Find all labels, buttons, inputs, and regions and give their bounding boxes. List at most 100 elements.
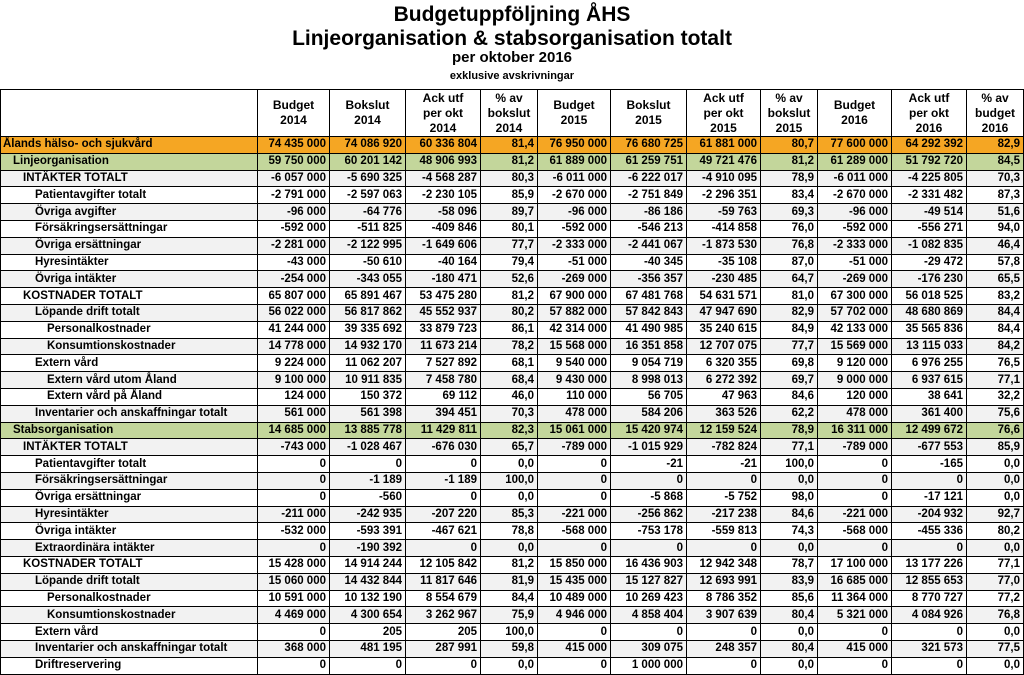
- value-cell: 10 591 000: [257, 589, 330, 608]
- value-cell: 9 054 719: [610, 354, 687, 373]
- row-label: KOSTNADER TOTALT: [0, 555, 258, 574]
- table-row: Extern vård på Åland 124 000 150 372 69 112…: [0, 387, 1024, 406]
- value-cell: -1 082 835: [891, 236, 967, 255]
- value-cell: 80,3: [480, 169, 538, 188]
- value-cell: 60 336 804: [405, 136, 481, 154]
- table-row: Inventarier och anskaffningar totalt 561 …: [0, 404, 1024, 423]
- value-cell: -789 000: [537, 438, 611, 457]
- value-cell: 0: [817, 455, 892, 473]
- value-cell: -568 000: [817, 522, 892, 541]
- value-cell: 61 259 751: [610, 152, 687, 171]
- report-note: exklusive avskrivningar: [449, 70, 575, 82]
- column-header-line: Bokslut: [626, 98, 671, 112]
- value-cell: 60 201 142: [329, 152, 406, 171]
- column-header-line: % av: [775, 90, 803, 105]
- value-cell: 61 289 000: [817, 152, 892, 171]
- value-cell: -165: [891, 455, 967, 473]
- table-row: KOSTNADER TOTALT 65 807 000 65 891 467 53 4…: [0, 287, 1024, 305]
- table-row: Extraordinära intäkter 0 -190 392 0 0,0 0 0 0 0,…: [0, 539, 1024, 557]
- value-cell: 11 364 000: [817, 589, 892, 608]
- value-cell: -1 189: [329, 471, 406, 490]
- table-row: Patientavgifter totalt 0 0 0 0,0 0 -21 -21 100,0…: [0, 455, 1024, 473]
- column-header-line: 2016: [981, 120, 1009, 135]
- value-cell: -96 000: [257, 203, 330, 221]
- row-label: Extern vård: [0, 354, 258, 373]
- value-cell: 69,7: [760, 371, 818, 389]
- table-row: Övriga ersättningar 0 -560 0 0,0 0 -5 868 -5 75…: [0, 488, 1024, 507]
- column-header: Ack utf per okt 2016: [891, 89, 967, 137]
- value-cell: 78,9: [760, 169, 818, 188]
- value-cell: -743 000: [257, 438, 330, 457]
- value-cell: 0,0: [480, 455, 538, 473]
- value-cell: 65 891 467: [329, 287, 406, 305]
- row-label: Inventarier och anskaffningar totalt: [0, 639, 258, 658]
- value-cell: -6 011 000: [817, 169, 892, 188]
- value-cell: 12 942 348: [686, 555, 761, 574]
- row-label: Försäkringsersättningar: [0, 219, 258, 238]
- value-cell: 15 850 000: [537, 555, 611, 574]
- value-cell: -409 846: [405, 219, 481, 238]
- column-header-line: 2015: [635, 113, 662, 127]
- value-cell: 74,3: [760, 522, 818, 541]
- value-cell: 62,2: [760, 404, 818, 423]
- value-cell: 8 998 013: [610, 371, 687, 389]
- table-row: Stabsorganisation 14 685 000 13 885 778 11 …: [0, 421, 1024, 440]
- value-cell: 100,0: [480, 623, 538, 641]
- value-cell: 0,0: [480, 539, 538, 557]
- table-row: Övriga intäkter -254 000 -343 055 -180 471 5…: [0, 270, 1024, 289]
- value-cell: -49 514: [891, 203, 967, 221]
- column-header: % av budget 2016: [966, 89, 1024, 137]
- value-cell: 14 432 844: [329, 572, 406, 591]
- value-cell: 0: [329, 455, 406, 473]
- value-cell: 12 159 524: [686, 421, 761, 440]
- value-cell: -455 336: [891, 522, 967, 541]
- value-cell: 46,4: [966, 236, 1024, 255]
- value-cell: -211 000: [257, 505, 330, 524]
- value-cell: -230 485: [686, 270, 761, 289]
- value-cell: -592 000: [257, 219, 330, 238]
- row-label: Ålands hälso- och sjukvård: [0, 136, 258, 154]
- value-cell: 56 817 862: [329, 303, 406, 322]
- value-cell: -207 220: [405, 505, 481, 524]
- value-cell: -2 333 000: [817, 236, 892, 255]
- value-cell: -190 392: [329, 539, 406, 557]
- value-cell: 0: [257, 455, 330, 473]
- value-cell: 9 224 000: [257, 354, 330, 373]
- column-header: Bokslut 2014: [329, 89, 406, 137]
- value-cell: 205: [405, 623, 481, 641]
- value-cell: 9 430 000: [537, 371, 611, 389]
- value-cell: 110 000: [537, 387, 611, 406]
- value-cell: 561 000: [257, 404, 330, 423]
- value-cell: 92,7: [966, 505, 1024, 524]
- value-cell: 248 357: [686, 639, 761, 658]
- value-cell: 0: [686, 539, 761, 557]
- value-cell: -343 055: [329, 270, 406, 289]
- value-cell: 78,2: [480, 337, 538, 356]
- value-cell: -2 670 000: [537, 186, 611, 205]
- column-header-line: per okt: [422, 105, 463, 120]
- value-cell: 74 086 920: [329, 136, 406, 154]
- value-cell: 12 499 672: [891, 421, 967, 440]
- column-header: Budget 2015: [537, 89, 611, 137]
- row-label: Personalkostnader: [0, 320, 258, 339]
- report-subtitle: Linjeorganisation & stabsorganisation to…: [292, 27, 732, 50]
- value-cell: 78,8: [480, 522, 538, 541]
- value-cell: 77,1: [966, 371, 1024, 389]
- value-cell: 0: [817, 623, 892, 641]
- value-cell: 61 889 000: [537, 152, 611, 171]
- column-header-line: Budget: [553, 98, 595, 112]
- value-cell: -86 186: [610, 203, 687, 221]
- value-cell: 124 000: [257, 387, 330, 406]
- report-title: Budgetuppföljning ÅHS: [393, 3, 631, 26]
- value-cell: 57 702 000: [817, 303, 892, 322]
- row-label: Försäkringsersättningar: [0, 471, 258, 490]
- column-header: Ack utf per okt 2014: [405, 89, 481, 137]
- value-cell: 85,3: [480, 505, 538, 524]
- table-row: Övriga avgifter -96 000 -64 776 -58 096 89,7…: [0, 203, 1024, 221]
- value-cell: 49 721 476: [686, 152, 761, 171]
- value-cell: 15 420 974: [610, 421, 687, 440]
- value-cell: -58 096: [405, 203, 481, 221]
- value-cell: -4 910 095: [686, 169, 761, 188]
- value-cell: 52,6: [480, 270, 538, 289]
- value-cell: 0: [405, 656, 481, 675]
